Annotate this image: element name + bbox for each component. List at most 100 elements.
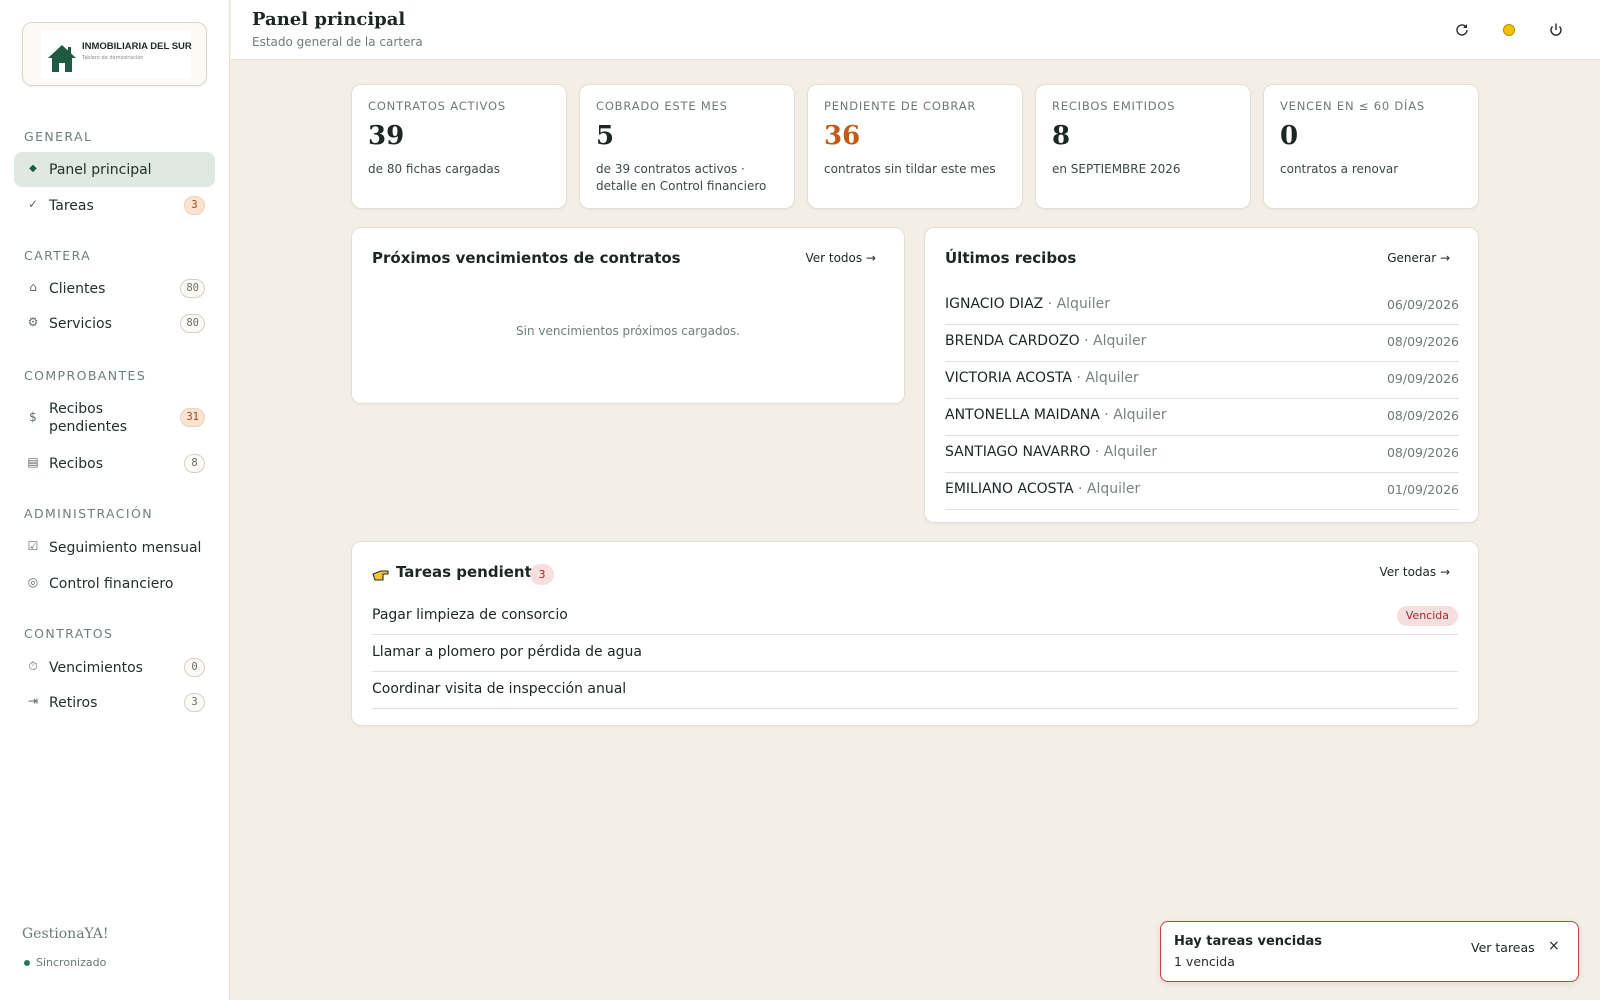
receipt-row[interactable]: SANTIAGO NAVARRO · Alquiler 08/09/2026	[945, 436, 1459, 473]
coin-icon: ◎	[27, 575, 39, 589]
receipt-row[interactable]: EMILIANO ACOSTA · Alquiler 01/09/2026	[945, 473, 1459, 510]
stat-sub: en SEPTIEMBRE 2026	[1052, 162, 1181, 176]
company-name: INMOBILIARIA DEL SUR	[82, 41, 192, 52]
stat-value: 0	[1280, 121, 1299, 151]
nav-section-cartera: CARTERA	[24, 248, 92, 263]
sidebar-item-panel-principal[interactable]: ◆ Panel principal	[14, 152, 215, 187]
sidebar-item-clientes[interactable]: ⌂ Clientes 80	[14, 271, 215, 306]
top-header: Panel principal Estado general de la car…	[231, 0, 1600, 60]
sidebar-item-control-financiero[interactable]: ◎ Control financiero	[14, 566, 215, 601]
power-icon	[1550, 23, 1562, 36]
pointing-hand-icon	[372, 570, 389, 581]
page-subtitle: Estado general de la cartera	[252, 35, 423, 49]
sidebar-item-label: Servicios	[49, 316, 112, 332]
stat-value: 36	[824, 121, 861, 151]
count-badge: 0	[184, 658, 205, 677]
receipt-type: · Alquiler	[1073, 481, 1141, 497]
stat-card-cobrado-este-mes: COBRADO ESTE MES 5 de 39 contratos activ…	[579, 84, 795, 209]
house-logo-icon	[48, 45, 76, 72]
receipt-client-name: VICTORIA ACOSTA	[945, 370, 1072, 386]
sidebar-item-recibos[interactable]: ▤ Recibos 8	[14, 446, 215, 481]
sidebar: INMOBILIARIA DEL SUR Tablero de demostra…	[0, 0, 230, 1000]
sidebar-item-label: Retiros	[49, 695, 98, 711]
stat-label: PENDIENTE DE COBRAR	[824, 99, 977, 113]
generate-receipt-link[interactable]: Generar →	[1387, 251, 1450, 265]
task-row[interactable]: Pagar limpieza de consorcio Vencida	[372, 598, 1458, 635]
stat-label: CONTRATOS ACTIVOS	[368, 99, 506, 113]
sidebar-item-tareas[interactable]: ✓ Tareas 3	[14, 188, 215, 223]
receipt-row[interactable]: ANTONELLA MAIDANA · Alquiler 08/09/2026	[945, 399, 1459, 436]
task-row[interactable]: Llamar a plomero por pérdida de agua	[372, 635, 1458, 672]
count-badge: 3	[184, 693, 205, 712]
receipt-date: 01/09/2026	[1386, 482, 1459, 497]
logout-button[interactable]	[1544, 18, 1568, 42]
theme-toggle-button[interactable]	[1497, 18, 1521, 42]
panel-title: Tareas pendientes	[396, 563, 551, 581]
count-badge: 8	[184, 454, 205, 473]
nav-section-contratos: CONTRATOS	[24, 626, 114, 641]
overdue-tasks-toast: Hay tareas vencidas 1 vencida Ver tareas…	[1160, 921, 1579, 982]
stat-value: 8	[1052, 121, 1071, 151]
stat-label: COBRADO ESTE MES	[596, 99, 728, 113]
sidebar-item-label: Panel principal	[49, 162, 152, 178]
receipt-client: ANTONELLA MAIDANA · Alquiler	[945, 407, 1167, 423]
stat-value: 39	[368, 121, 405, 151]
receipt-date: 08/09/2026	[1386, 334, 1459, 349]
expirations-panel: Próximos vencimientos de contratos Ver t…	[351, 227, 905, 404]
checkbox-icon: ☑	[27, 539, 39, 553]
sidebar-item-label: Tareas	[49, 198, 94, 214]
sidebar-item-seguimiento-mensual[interactable]: ☑ Seguimiento mensual	[14, 530, 215, 565]
page-title: Panel principal	[252, 9, 406, 30]
exit-icon: ⇥	[27, 694, 39, 708]
empty-state-message: Sin vencimientos próximos cargados.	[516, 324, 740, 338]
receipt-date: 08/09/2026	[1386, 445, 1459, 460]
overdue-badge: Vencida	[1396, 606, 1458, 626]
receipt-date: 09/09/2026	[1386, 371, 1459, 386]
sidebar-item-retiros[interactable]: ⇥ Retiros 3	[14, 685, 215, 720]
view-all-tasks-link[interactable]: Ver todas →	[1379, 565, 1450, 579]
company-logo: INMOBILIARIA DEL SUR Tablero de demostra…	[41, 31, 192, 79]
sun-icon	[1503, 24, 1515, 36]
receipts-panel: Últimos recibos Generar → IGNACIO DIAZ ·…	[924, 227, 1479, 523]
stat-sub: contratos a renovar	[1280, 162, 1399, 176]
panel-title: Próximos vencimientos de contratos	[372, 249, 681, 267]
sidebar-item-servicios[interactable]: ⚙ Servicios 80	[14, 306, 215, 341]
stat-label: VENCEN EN ≤ 60 DÍAS	[1280, 99, 1426, 113]
stat-card-contratos-activos: CONTRATOS ACTIVOS 39 de 80 fichas cargad…	[351, 84, 567, 209]
receipt-type: · Alquiler	[1099, 407, 1167, 423]
tasks-panel: Tareas pendientes 3 Ver todas → Pagar li…	[351, 541, 1479, 726]
sidebar-item-label: Recibos pendientes	[49, 401, 128, 435]
sidebar-item-label: Clientes	[49, 281, 106, 297]
receipt-client-name: EMILIANO ACOSTA	[945, 481, 1074, 497]
sidebar-item-recibos-pendientes[interactable]: $ Recibos pendientes 31	[14, 396, 215, 440]
stat-sub: de 39 contratos activos · detalle en Con…	[596, 162, 767, 193]
stopwatch-icon: ⏱	[28, 659, 38, 673]
nav-section-general: GENERAL	[24, 129, 93, 144]
nav-section-administracion: ADMINISTRACIÓN	[24, 506, 153, 521]
list-icon: ▤	[27, 455, 39, 469]
task-text: Coordinar visita de inspección anual	[372, 681, 627, 697]
sidebar-item-vencimientos[interactable]: ⏱ Vencimientos 0	[14, 650, 215, 685]
receipt-type: · Alquiler	[1090, 444, 1158, 460]
close-icon[interactable]: ×	[1548, 938, 1560, 954]
view-tasks-button[interactable]: Ver tareas	[1471, 940, 1535, 955]
stat-label: RECIBOS EMITIDOS	[1052, 99, 1176, 113]
receipt-client: VICTORIA ACOSTA · Alquiler	[945, 370, 1139, 386]
refresh-button[interactable]	[1450, 18, 1474, 42]
stat-card-pendiente-de-cobrar: PENDIENTE DE COBRAR 36 contratos sin til…	[807, 84, 1023, 209]
count-badge: 80	[180, 279, 205, 298]
sync-status: Sincronizado	[24, 956, 106, 969]
sidebar-item-label: Seguimiento mensual	[49, 540, 202, 556]
receipt-client: BRENDA CARDOZO · Alquiler	[945, 333, 1146, 349]
task-row[interactable]: Coordinar visita de inspección anual	[372, 672, 1458, 709]
toast-title: Hay tareas vencidas	[1174, 934, 1323, 949]
home-icon: ⌂	[29, 280, 37, 294]
receipt-row[interactable]: BRENDA CARDOZO · Alquiler 08/09/2026	[945, 325, 1459, 362]
task-count-badge: 3	[530, 564, 554, 585]
receipt-row[interactable]: IGNACIO DIAZ · Alquiler 06/09/2026	[945, 288, 1459, 325]
receipt-row[interactable]: VICTORIA ACOSTA · Alquiler 09/09/2026	[945, 362, 1459, 399]
view-all-expirations-link[interactable]: Ver todos →	[805, 251, 876, 265]
company-logo-card[interactable]: INMOBILIARIA DEL SUR Tablero de demostra…	[22, 22, 207, 86]
status-dot-icon	[24, 960, 30, 966]
stat-sub: de 80 fichas cargadas	[368, 162, 500, 176]
